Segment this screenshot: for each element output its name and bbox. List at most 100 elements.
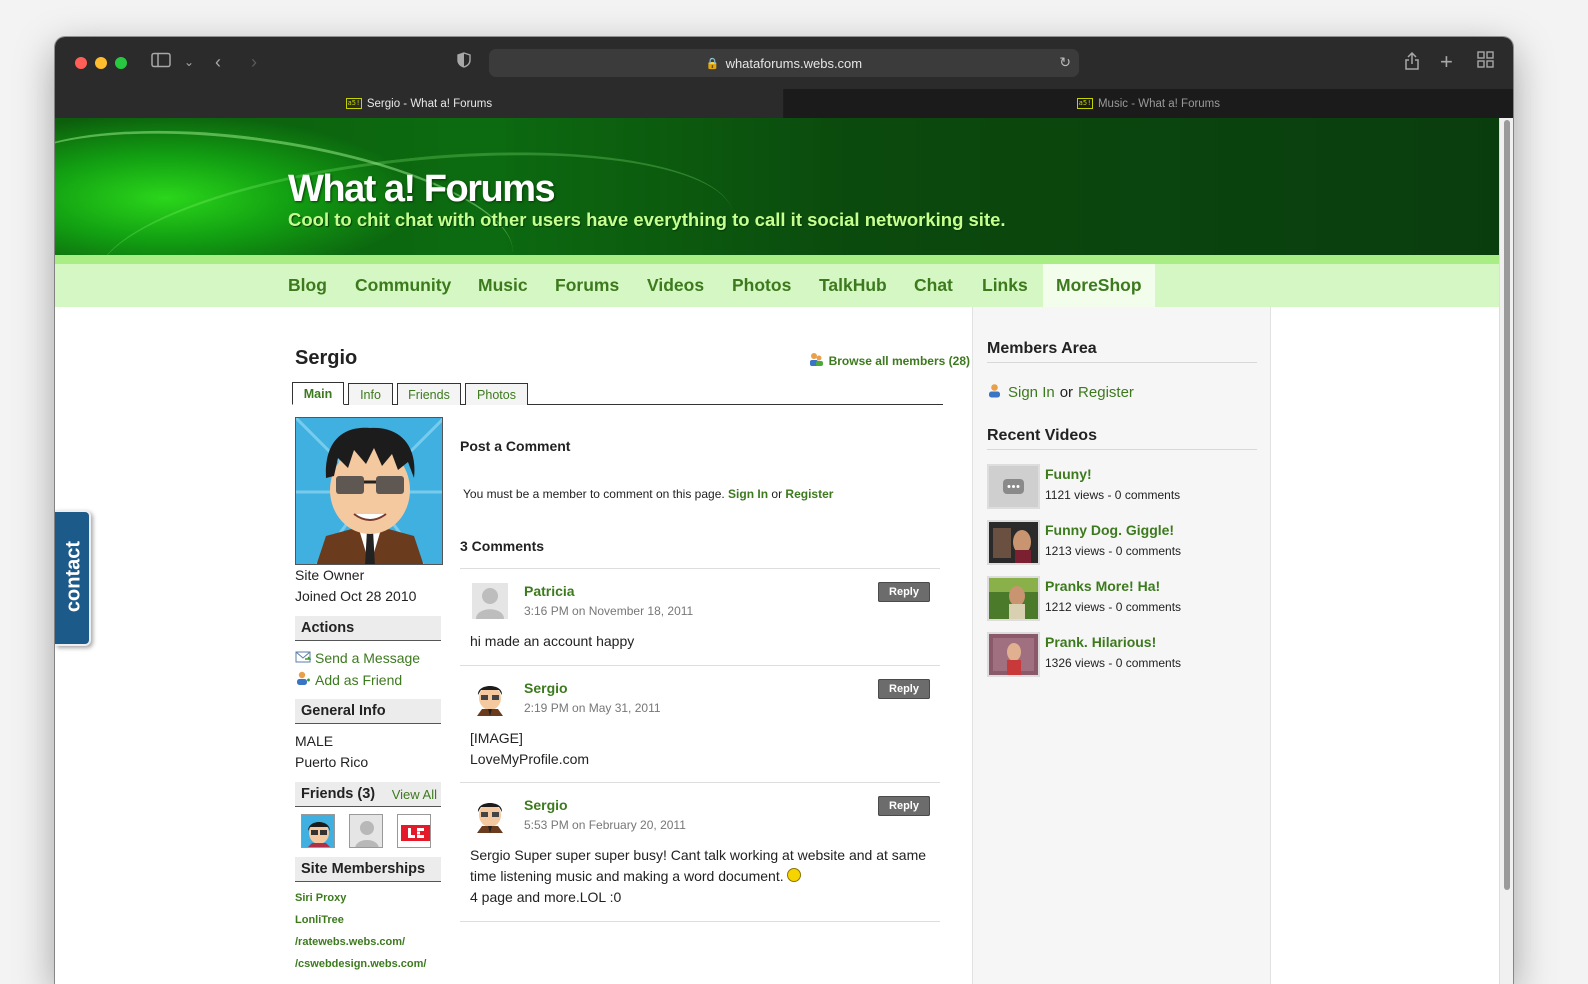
nav-item-moreshop[interactable]: MoreShop [1043,264,1155,307]
comments-count-heading: 3 Comments [460,538,545,554]
send-message-link[interactable]: Send a Message [295,650,420,666]
add-friend-icon [295,671,311,689]
membership-link[interactable]: Siri Proxy [295,892,346,904]
comment-author[interactable]: Patricia [524,583,575,599]
nav-item-community[interactable]: Community [342,264,464,307]
browser-tab-music[interactable]: a5! Music - What a! Forums [784,89,1513,118]
tab-overview-icon[interactable] [1477,51,1494,73]
site-favicon-icon: a5! [345,98,362,109]
minimize-window-button[interactable] [95,57,107,69]
actions-heading: Actions [295,616,441,641]
comment-text: hi made an account happy [470,633,635,649]
browser-tab-bar: a5! Sergio - What a! Forums a5! Music - … [55,89,1513,118]
membership-link[interactable]: /ratewebs.webs.com/ [295,936,405,948]
sidebar-toggle-icon[interactable] [151,51,171,73]
video-item[interactable]: Prank. Hilarious! 1326 views - 0 comment… [987,632,1257,680]
member-note: You must be a member to comment on this … [463,487,833,501]
view-all-friends-link[interactable]: View All [392,787,437,802]
new-tab-icon[interactable]: + [1440,51,1453,73]
page-viewport: What a! Forums Cool to chit chat with ot… [55,118,1513,984]
video-thumbnail[interactable] [987,632,1040,677]
tab-friends[interactable]: Friends [397,383,461,405]
close-window-button[interactable] [75,57,87,69]
friend-avatar[interactable] [397,814,431,848]
privacy-shield-icon[interactable] [457,51,471,73]
comment-text-line: time listening music and making a word d… [470,866,926,887]
recent-videos-heading: Recent Videos [987,427,1257,450]
sidebar-signin: Sign In or Register [987,383,1134,402]
sign-in-link[interactable]: Sign In [728,487,768,501]
comment-text: Sergio Super super super busy! Cant talk… [470,847,927,863]
membership-link[interactable]: LonliTree [295,914,344,926]
commenter-avatar[interactable] [472,583,508,619]
members-area-heading: Members Area [987,340,1257,363]
nav-item-photos[interactable]: Photos [719,264,804,307]
profile-name: Sergio [295,347,358,369]
nav-item-music[interactable]: Music [465,264,541,307]
membership-link[interactable]: /cswebdesign.webs.com/ [295,958,426,970]
back-icon[interactable]: ‹ [215,51,221,73]
nav-item-blog[interactable]: Blog [275,264,340,307]
scrollbar-thumb[interactable] [1504,120,1510,890]
site-tagline: Cool to chit chat with other users have … [288,209,1006,230]
browse-members-link[interactable]: Browse all members (28) [808,351,970,370]
video-title[interactable]: Funny Dog. Giggle! [1045,522,1174,538]
reload-icon[interactable]: ↻ [1059,54,1071,71]
address-bar[interactable]: 🔒 whataforums.webs.com ↻ [489,49,1079,77]
site-memberships-heading: Site Memberships [295,857,441,882]
chevron-down-icon[interactable]: ⌄ [184,51,194,73]
tab-main[interactable]: Main [292,382,344,405]
tab-photos[interactable]: Photos [465,383,528,405]
contact-tab[interactable]: contact [55,510,91,646]
or-text: or [771,487,783,501]
forward-icon[interactable]: › [251,51,257,73]
nav-item-talkhub[interactable]: TalkHub [806,264,900,307]
comment-author[interactable]: Sergio [524,797,568,813]
reply-button[interactable]: Reply [878,796,930,816]
nav-item-videos[interactable]: Videos [634,264,717,307]
commenter-avatar[interactable] [472,680,508,716]
video-item[interactable]: Pranks More! Ha! 1212 views - 0 comments [987,576,1257,624]
video-thumbnail[interactable] [987,520,1040,565]
reply-button[interactable]: Reply [878,582,930,602]
reply-button[interactable]: Reply [878,679,930,699]
sidebar-sign-in-link[interactable]: Sign In [1008,384,1055,401]
contact-label: contact [62,540,85,613]
share-icon[interactable] [1404,51,1420,76]
comment-author[interactable]: Sergio [524,680,568,696]
tab-title: Sergio - What a! Forums [366,97,493,110]
tab-info[interactable]: Info [348,383,393,405]
site-title[interactable]: What a! Forums [288,168,556,211]
nav-item-links[interactable]: Links [969,264,1041,307]
video-title[interactable]: Prank. Hilarious! [1045,634,1156,650]
profile-tabs: Main Info Friends Photos [292,381,943,405]
comment-text: [IMAGE] [470,730,523,746]
video-item[interactable]: Funny Dog. Giggle! 1213 views - 0 commen… [987,520,1257,568]
video-meta: 1213 views - 0 comments [1045,544,1182,558]
profile-location: Puerto Rico [295,754,369,770]
profile-joined: Joined Oct 28 2010 [295,588,417,604]
video-thumbnail[interactable] [987,576,1040,621]
tab-title: Music - What a! Forums [1097,97,1221,110]
video-title[interactable]: Pranks More! Ha! [1045,578,1160,594]
send-message-label: Send a Message [315,650,421,666]
profile-avatar[interactable] [295,417,443,565]
general-info-heading: General Info [295,699,441,724]
register-link[interactable]: Register [785,487,833,501]
browser-tab-sergio[interactable]: a5! Sergio - What a! Forums [55,89,783,118]
nav-item-forums[interactable]: Forums [542,264,632,307]
zoom-window-button[interactable] [115,57,127,69]
sidebar-register-link[interactable]: Register [1078,384,1134,401]
friend-avatar[interactable] [301,814,335,848]
friend-avatar[interactable] [349,814,383,848]
video-thumbnail[interactable] [987,464,1040,509]
video-meta: 1212 views - 0 comments [1045,600,1182,614]
video-title[interactable]: Fuuny! [1045,466,1092,482]
comment-item: Patricia 3:16 PM on November 18, 2011 Re… [460,568,940,665]
members-icon [808,351,824,370]
page-scrollbar[interactable] [1499,118,1513,984]
nav-item-chat[interactable]: Chat [901,264,966,307]
add-friend-link[interactable]: Add as Friend [295,671,402,689]
commenter-avatar[interactable] [472,797,508,833]
video-item[interactable]: Fuuny! 1121 views - 0 comments [987,464,1257,512]
